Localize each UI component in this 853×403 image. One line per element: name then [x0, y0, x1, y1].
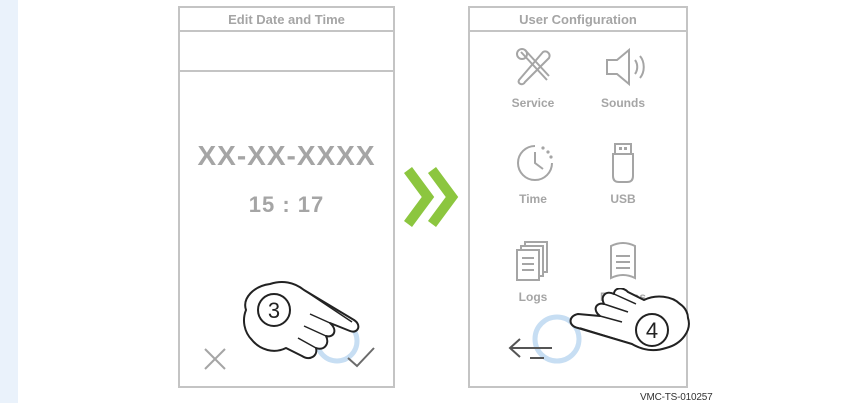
speaker-icon [606, 47, 645, 87]
back-arrow-icon[interactable] [506, 334, 554, 364]
time-value[interactable]: 15 : 17 [180, 192, 393, 218]
clock-icon [517, 145, 553, 181]
logs-icon [516, 241, 548, 281]
date-value[interactable]: XX-XX-XXXX [180, 140, 393, 172]
input-field-area[interactable] [180, 30, 393, 72]
close-icon[interactable] [204, 348, 226, 370]
menu-item-time[interactable]: Time [488, 142, 578, 222]
step-number-4: 4 [646, 318, 658, 343]
service-tools-icon [516, 48, 551, 86]
menu-item-label: USB [610, 192, 636, 206]
screen-title: Edit Date and Time [180, 8, 393, 32]
diagram-canvas: Edit Date and Time XX-XX-XXXX 15 : 17 3 … [18, 0, 853, 403]
menu-item-sounds[interactable]: Sounds [578, 46, 668, 126]
step-number-3: 3 [268, 298, 280, 323]
recipes-icon [610, 242, 636, 280]
hand-pointer-icon: 4 [569, 288, 690, 352]
screen-title: User Configuration [470, 8, 686, 32]
menu-item-service[interactable]: Service [488, 46, 578, 126]
double-chevron-right-icon [404, 167, 459, 227]
figure-id: VMC-TS-010257 [640, 392, 713, 403]
usb-icon [612, 143, 634, 183]
menu-item-usb[interactable]: USB [578, 142, 668, 222]
menu-item-label: Sounds [601, 96, 645, 110]
menu-item-label: Time [519, 192, 547, 206]
menu-item-label: Service [511, 96, 555, 110]
hand-pointer-icon: 3 [243, 281, 360, 359]
